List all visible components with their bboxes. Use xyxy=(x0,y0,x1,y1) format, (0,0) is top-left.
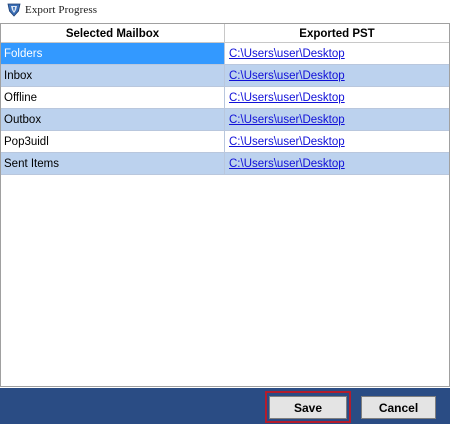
title-bar: Export Progress xyxy=(0,0,450,22)
grid-body: Folders C:\Users\user\Desktop Inbox C:\U… xyxy=(1,43,449,175)
column-header-selected-mailbox[interactable]: Selected Mailbox xyxy=(1,24,225,43)
mailbox-cell[interactable]: Sent Items xyxy=(1,153,225,174)
pst-path-cell: C:\Users\user\Desktop xyxy=(225,153,449,174)
mailbox-cell[interactable]: Pop3uidl xyxy=(1,131,225,152)
pst-path-cell: C:\Users\user\Desktop xyxy=(225,87,449,108)
pst-path-link[interactable]: C:\Users\user\Desktop xyxy=(229,70,345,82)
mailbox-cell[interactable]: Outbox xyxy=(1,109,225,130)
table-row[interactable]: Folders C:\Users\user\Desktop xyxy=(1,43,449,65)
mailbox-cell[interactable]: Folders xyxy=(1,43,225,64)
save-button[interactable]: Save xyxy=(269,396,347,419)
export-grid: Selected Mailbox Exported PST Folders C:… xyxy=(0,23,450,387)
pst-path-cell: C:\Users\user\Desktop xyxy=(225,109,449,130)
table-row[interactable]: Offline C:\Users\user\Desktop xyxy=(1,87,449,109)
pst-path-link[interactable]: C:\Users\user\Desktop xyxy=(229,48,345,60)
export-progress-window: Export Progress Selected Mailbox Exporte… xyxy=(0,0,450,424)
pst-path-cell: C:\Users\user\Desktop xyxy=(225,131,449,152)
table-row[interactable]: Sent Items C:\Users\user\Desktop xyxy=(1,153,449,175)
mailbox-cell[interactable]: Offline xyxy=(1,87,225,108)
mailbox-cell[interactable]: Inbox xyxy=(1,65,225,86)
pst-path-link[interactable]: C:\Users\user\Desktop xyxy=(229,136,345,148)
pst-path-link[interactable]: C:\Users\user\Desktop xyxy=(229,158,345,170)
pst-path-link[interactable]: C:\Users\user\Desktop xyxy=(229,114,345,126)
cancel-button[interactable]: Cancel xyxy=(361,396,436,419)
grid-header: Selected Mailbox Exported PST xyxy=(1,24,449,43)
pst-path-cell: C:\Users\user\Desktop xyxy=(225,43,449,64)
table-row[interactable]: Inbox C:\Users\user\Desktop xyxy=(1,65,449,87)
column-header-exported-pst[interactable]: Exported PST xyxy=(225,24,449,43)
window-title: Export Progress xyxy=(25,4,98,16)
shield-logo-icon xyxy=(6,2,22,18)
table-row[interactable]: Outbox C:\Users\user\Desktop xyxy=(1,109,449,131)
pst-path-link[interactable]: C:\Users\user\Desktop xyxy=(229,92,345,104)
pst-path-cell: C:\Users\user\Desktop xyxy=(225,65,449,86)
table-row[interactable]: Pop3uidl C:\Users\user\Desktop xyxy=(1,131,449,153)
button-footer: Save Cancel xyxy=(0,388,450,424)
